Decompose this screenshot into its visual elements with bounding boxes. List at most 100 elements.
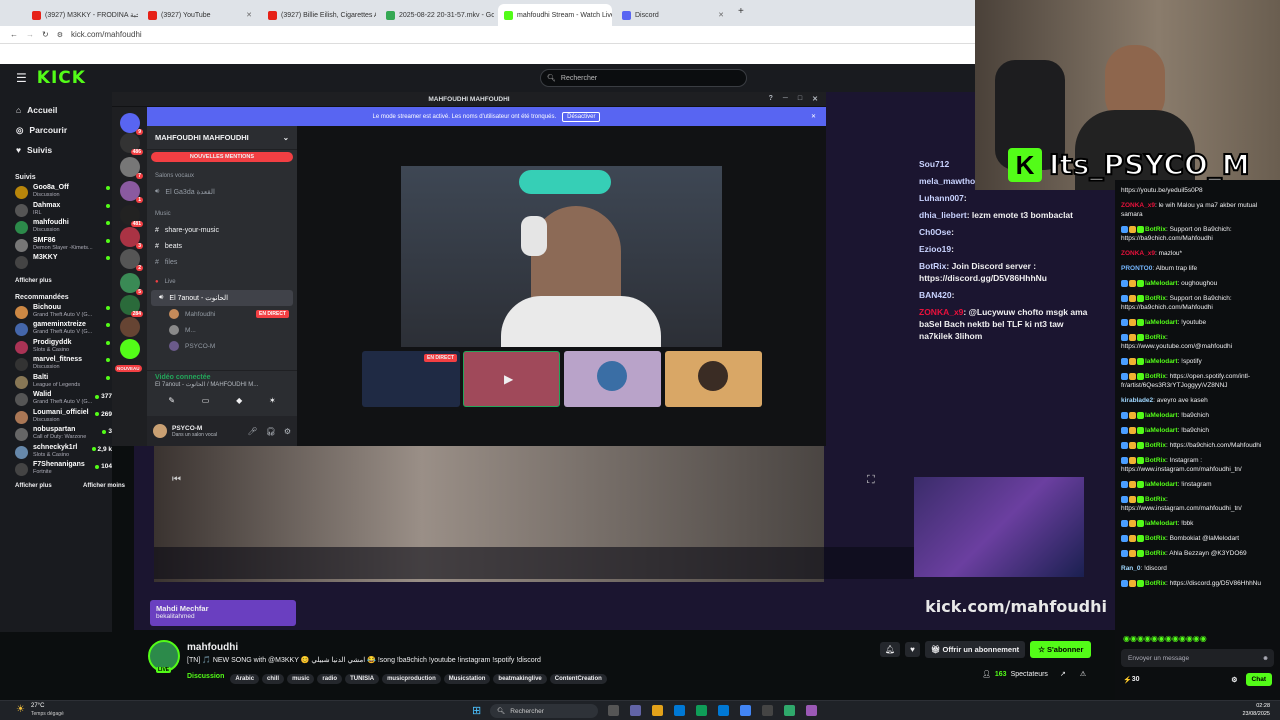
text-channel[interactable]: # beats [147,238,297,254]
skip-back-icon[interactable]: ⏮ [172,474,181,485]
channel-item[interactable]: Balti League of Legends [0,374,112,392]
server-icon[interactable]: 7 [120,157,143,179]
channel-item[interactable]: Loumani_officiel Discussion 269 [0,409,112,427]
discord-stream-video[interactable] [401,166,722,347]
edge-icon[interactable] [718,705,729,716]
new-mentions-pill[interactable]: NOUVELLES MENTIONS [151,152,293,162]
stream-tag[interactable]: music [287,674,315,684]
discord-icon[interactable] [806,705,817,716]
taskbar-search[interactable]: 🔍︎ Rechercher [490,704,598,718]
browser-tab[interactable]: Discord ✕ [616,4,730,26]
nav-accueil[interactable]: ⌂ Accueil [0,100,112,120]
channel-item[interactable]: marvel_fitness Discussion [0,356,112,374]
chat-username[interactable]: laMelodart [1145,358,1178,365]
text-channel[interactable]: # files [147,254,297,270]
channel-item[interactable]: Bichouu Grand Theft Auto V (G... [0,304,112,322]
chat-username[interactable]: laMelodart [1145,427,1178,434]
avatar[interactable] [153,424,167,438]
banner-close-icon[interactable]: ✕ [811,113,816,120]
chat-username[interactable]: BotRix [1145,373,1166,380]
stream-tag[interactable]: radio [317,674,343,684]
channel-item[interactable]: M3KKY [0,254,112,272]
chat-username[interactable]: BotRix [1145,496,1166,503]
channel-item[interactable]: Walid Grand Theft Auto V (G... 377 [0,391,112,409]
soundboard-icon[interactable]: ✶ [269,396,276,405]
chat-username[interactable]: PRONTO0 [1121,265,1152,272]
github-icon[interactable] [762,705,773,716]
mail-icon[interactable] [674,705,685,716]
channel-name[interactable]: mahfoudhi [187,642,238,653]
chat-input[interactable]: Envoyer un message ☻ [1121,649,1274,667]
channel-item[interactable]: Dahmax IRL [0,202,112,220]
back-icon[interactable]: ← [10,30,18,39]
forward-icon[interactable]: → [26,30,34,39]
emoji-icon[interactable]: ☻ [1262,655,1269,662]
chat-username[interactable]: laMelodart [1145,280,1178,287]
stream-tile-user-a[interactable] [564,351,661,407]
chat-username[interactable]: BotRix [1145,457,1166,464]
chat-username[interactable]: BotRix [1145,226,1166,233]
channel-item[interactable]: SMF86 Demon Slayer -Kimets... [0,237,112,255]
stream-tile-screen[interactable]: EN DIRECT [362,351,460,407]
minimize-icon[interactable]: ─ [783,95,788,103]
report-icon[interactable]: ⚠ [1080,670,1086,678]
nav-parcourir[interactable]: ◎ Parcourir [0,120,112,140]
fullscreen-icon[interactable]: ⛶ [867,474,875,487]
chat-username[interactable]: laMelodart [1145,520,1178,527]
chat-username[interactable]: laMelodart [1145,481,1178,488]
menu-icon[interactable]: ☰ [16,71,27,85]
stream-tag[interactable]: chill [262,674,285,684]
subscribe-button[interactable]: ☆ S'abonner [1030,641,1092,658]
chat-username[interactable]: BotRix [1145,550,1166,557]
category-music[interactable]: Music [147,206,297,222]
server-icon[interactable] [120,317,140,337]
live-voice-channel[interactable]: 🔊︎ El 7anout - الحانوت [151,290,293,306]
voice-channel[interactable]: 🔊︎ El Ga3da القعدة [147,184,297,200]
chat-username[interactable]: BotRix [1145,535,1166,542]
new-tab-button[interactable]: + [738,6,744,17]
settings-icon[interactable]: ⚙ [284,427,291,436]
voice-member[interactable]: Mahfoudhi EN DIRECT [147,306,297,322]
browser-tab[interactable]: 2025-08-22 20-31-57.mkv - Go✕ [380,4,494,26]
stream-tag[interactable]: musicproduction [382,674,441,684]
stream-tag[interactable]: TUNISIA [345,674,380,684]
close-icon[interactable]: ✕ [812,95,818,103]
heart-icon[interactable]: ♥ [905,642,920,657]
show-more-recommended[interactable]: Afficher plus [15,483,52,489]
tab-close-icon[interactable]: ✕ [246,11,252,19]
text-channel[interactable]: # share-your-music [147,222,297,238]
task-view-icon[interactable] [608,705,619,716]
show-less-recommended[interactable]: Afficher moins [83,483,125,489]
server-name[interactable]: MAHFOUDHI MAHFOUDHI [155,133,249,142]
server-icon[interactable]: 486 [120,133,143,155]
stream-tag[interactable]: Musicstation [443,674,491,684]
channel-item[interactable]: schneckyk1rl Slots & Casino 2,9 k [0,444,112,462]
url-field[interactable]: kick.com/mahfoudhi [71,30,142,39]
server-icon[interactable]: 9 [120,113,143,135]
voice-member[interactable]: M... [147,322,297,338]
headphones-icon[interactable]: 🎧︎ [266,427,276,436]
browser-tab[interactable]: (3927) M3KKY - FRODINA بخبة✕ [26,4,138,26]
gift-sub-button[interactable]: 🎁︎ Offrir un abonnement [924,641,1026,658]
chat-settings-icon[interactable]: ⚙ [1231,676,1237,684]
browser-tab[interactable]: (3927) YouTube ✕ [142,4,258,26]
nav-suivis[interactable]: ♥ Suivis [0,140,112,160]
bell-icon[interactable]: 🔔︎ [880,642,901,657]
chevron-down-icon[interactable]: ⌄ [283,133,289,142]
mic-icon[interactable]: 🎤︎ [248,427,258,436]
category-live[interactable]: ● Live [147,274,297,290]
server-icon[interactable]: 2 [120,249,143,271]
reload-icon[interactable]: ↻ [42,30,49,39]
help-icon[interactable]: ? [769,95,773,103]
server-icon[interactable]: 1 [120,181,143,203]
server-icon[interactable]: 5 [120,273,143,295]
chat-username[interactable]: ZONKA_x9 [1121,202,1155,209]
chrome-icon[interactable] [740,705,751,716]
tab-close-icon[interactable]: ✕ [718,11,724,19]
browser-tab[interactable]: (3927) Billie Eilish, Cigarettes Af✕ [262,4,376,26]
stream-tile-camera[interactable]: ▶ [463,351,560,407]
search-input[interactable]: 🔍︎ Rechercher [540,69,747,87]
channel-item[interactable]: mahfoudhi Discussion [0,219,112,237]
show-more-followed[interactable]: Afficher plus [0,278,112,284]
chat-username[interactable]: Ran_0 [1121,565,1141,572]
